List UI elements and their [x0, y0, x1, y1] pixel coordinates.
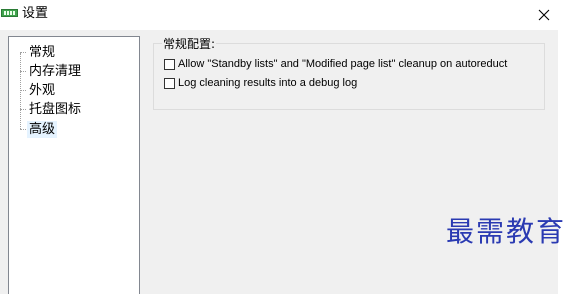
memory-chip-icon: [1, 9, 18, 17]
sidebar-item-appearance[interactable]: 外观: [20, 82, 57, 99]
standby-list-cleanup-option[interactable]: Allow "Standby lists" and "Modified page…: [164, 58, 507, 71]
debug-log-option[interactable]: Log cleaning results into a debug log: [164, 77, 357, 90]
tree-branch-line: [20, 90, 26, 91]
tree-branch-line: [20, 129, 26, 130]
sidebar-item-label: 高级: [27, 121, 58, 138]
close-icon: [538, 9, 550, 21]
watermark-text: 最需教育: [446, 215, 567, 248]
standby-list-cleanup-checkbox[interactable]: [164, 59, 175, 70]
debug-log-checkbox[interactable]: [164, 78, 175, 89]
checkbox-label: Log cleaning results into a debug log: [178, 77, 358, 89]
sidebar-item-label: 托盘图标: [29, 102, 82, 117]
sidebar-item-label: 外观: [29, 83, 56, 98]
sidebar-item-label: 常规: [29, 45, 56, 60]
tree-branch-line: [20, 52, 26, 53]
checkbox-label: Allow "Standby lists" and "Modified page…: [178, 58, 508, 70]
sidebar-item-label: 内存清理: [29, 64, 82, 79]
close-button[interactable]: [521, 0, 567, 30]
window-title: 设置: [22, 6, 49, 21]
sidebar-item-tray-icon[interactable]: 托盘图标: [20, 101, 83, 118]
sidebar-item-general[interactable]: 常规: [20, 44, 57, 61]
general-config-group: 常规配置: Allow "Standby lists" and "Modifie…: [153, 37, 545, 110]
group-title: 常规配置:: [162, 37, 217, 51]
settings-dialog-body: 常规 内存清理 外观 托盘图标 高级 常规配置: Allow "Standby …: [0, 30, 567, 294]
title-bar: 设置: [0, 0, 567, 30]
window-right-edge: [558, 30, 567, 294]
tree-branch-line: [20, 71, 26, 72]
settings-category-tree: 常规 内存清理 外观 托盘图标 高级: [8, 36, 140, 294]
tree-branch-line: [20, 109, 26, 110]
sidebar-item-advanced[interactable]: 高级: [20, 121, 58, 138]
sidebar-item-memory-cleanup[interactable]: 内存清理: [20, 63, 83, 80]
